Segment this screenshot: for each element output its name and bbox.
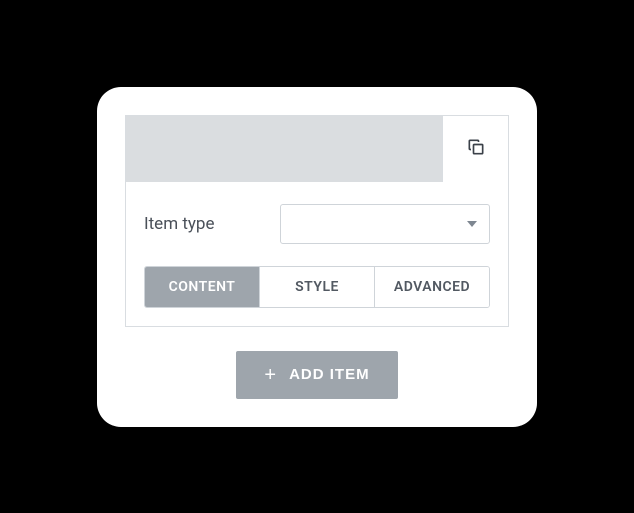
- add-item-button[interactable]: + ADD ITEM: [236, 351, 397, 399]
- item-type-row: Item type: [144, 204, 490, 244]
- plus-icon: +: [264, 365, 277, 385]
- item-card: Item type CONTENT STYLE ADVANCED: [125, 115, 509, 327]
- tab-group: CONTENT STYLE ADVANCED: [144, 266, 490, 308]
- duplicate-button[interactable]: [442, 116, 508, 182]
- tab-style[interactable]: STYLE: [259, 267, 374, 307]
- settings-panel: Item type CONTENT STYLE ADVANCED + ADD I…: [97, 87, 537, 427]
- tab-advanced[interactable]: ADVANCED: [374, 267, 489, 307]
- copy-icon: [466, 137, 486, 161]
- card-header: [126, 116, 508, 182]
- card-body: Item type CONTENT STYLE ADVANCED: [126, 182, 508, 326]
- add-item-label: ADD ITEM: [289, 366, 370, 383]
- chevron-down-icon: [467, 221, 477, 227]
- add-item-row: + ADD ITEM: [125, 351, 509, 399]
- item-type-select[interactable]: [280, 204, 490, 244]
- item-type-label: Item type: [144, 214, 215, 234]
- tab-content[interactable]: CONTENT: [145, 267, 259, 307]
